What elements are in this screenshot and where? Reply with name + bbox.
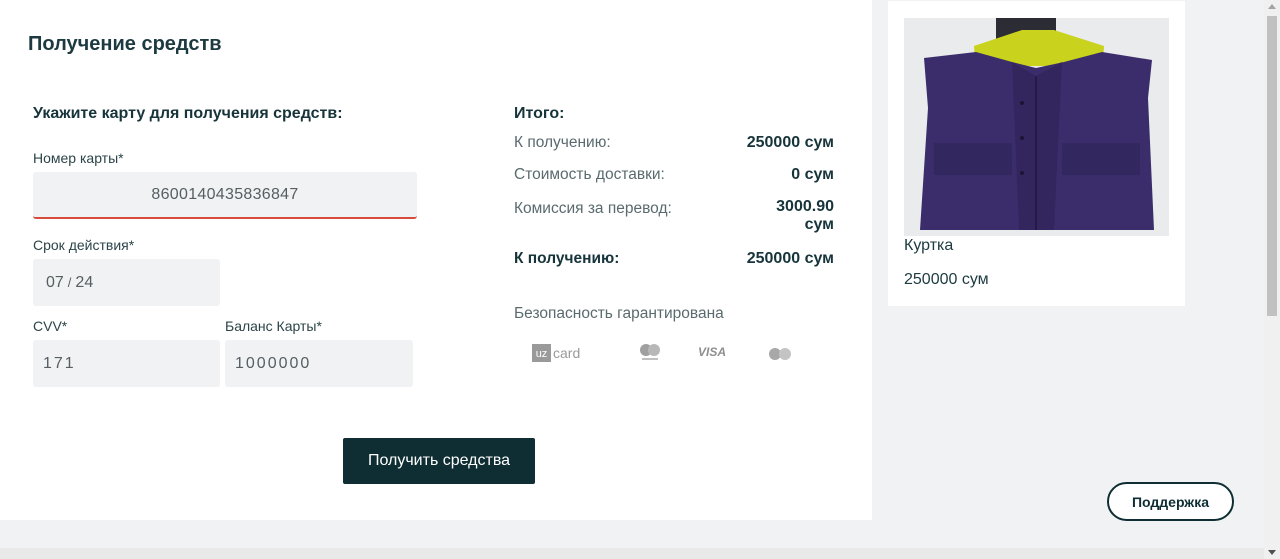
payout-form-card: Получение средств Укажите карту для полу…: [0, 0, 872, 520]
product-name: Куртка: [904, 237, 954, 254]
scroll-down-arrow-icon[interactable]: [1268, 550, 1276, 555]
vertical-scrollbar[interactable]: [1264, 0, 1280, 559]
form-heading: Укажите карту для получения средств:: [33, 105, 343, 122]
scroll-up-arrow-icon[interactable]: [1268, 4, 1276, 9]
commission-amount: 3000.90: [776, 198, 834, 215]
summary-row-label: К получению:: [514, 134, 611, 151]
total-value: 250000 сум: [746, 250, 834, 267]
card-number-input[interactable]: [33, 172, 417, 217]
summary-row-value: 3000.90 сум: [714, 198, 834, 234]
expiry-separator: /: [67, 275, 72, 290]
scrollbar-thumb[interactable]: [1267, 16, 1277, 316]
balance-label: Баланс Карты*: [225, 318, 322, 334]
uzcard-logo-icon: uz card: [532, 344, 580, 362]
vest-jacket-photo-icon: [904, 18, 1169, 236]
svg-text:card: card: [553, 345, 580, 361]
page-title: Получение средств: [28, 33, 222, 55]
commission-currency: сум: [804, 216, 834, 233]
product-card: Куртка 250000 сум: [888, 1, 1185, 306]
support-button[interactable]: Поддержка: [1107, 482, 1234, 521]
cvv-input[interactable]: [33, 340, 220, 387]
balance-input[interactable]: [225, 340, 413, 387]
cvv-label: CVV*: [33, 318, 68, 334]
summary-row-value: 250000 сум: [746, 134, 834, 151]
expiry-label: Срок действия*: [33, 237, 135, 253]
card-number-label: Номер карты*: [33, 150, 124, 166]
mastercard-logo-icon: [769, 348, 791, 360]
expiry-month[interactable]: 07: [46, 274, 64, 292]
maestro-logo-icon: [640, 344, 660, 360]
summary-row-label: Комиссия за перевод:: [514, 200, 672, 217]
summary-heading: Итого:: [514, 105, 565, 122]
horizontal-scrollbar[interactable]: [0, 548, 1264, 559]
svg-text:uz: uz: [536, 348, 548, 360]
balance-field[interactable]: [225, 340, 413, 387]
summary-row-label: Стоимость доставки:: [514, 166, 665, 183]
expiry-year[interactable]: 24: [75, 274, 93, 292]
visa-logo-icon: VISA: [698, 345, 726, 359]
product-price: 250000 сум: [904, 271, 989, 288]
svg-text:VISA: VISA: [698, 345, 726, 359]
total-label: К получению:: [514, 250, 620, 267]
cvv-field[interactable]: [33, 340, 220, 387]
summary-row-value: 0 сум: [791, 166, 834, 183]
security-text: Безопасность гарантирована: [514, 305, 724, 322]
payment-logos: uz card VISA: [532, 344, 791, 362]
get-funds-button[interactable]: Получить средства: [343, 438, 535, 484]
expiry-field[interactable]: 07 / 24: [33, 259, 220, 306]
card-number-field[interactable]: [33, 172, 417, 219]
